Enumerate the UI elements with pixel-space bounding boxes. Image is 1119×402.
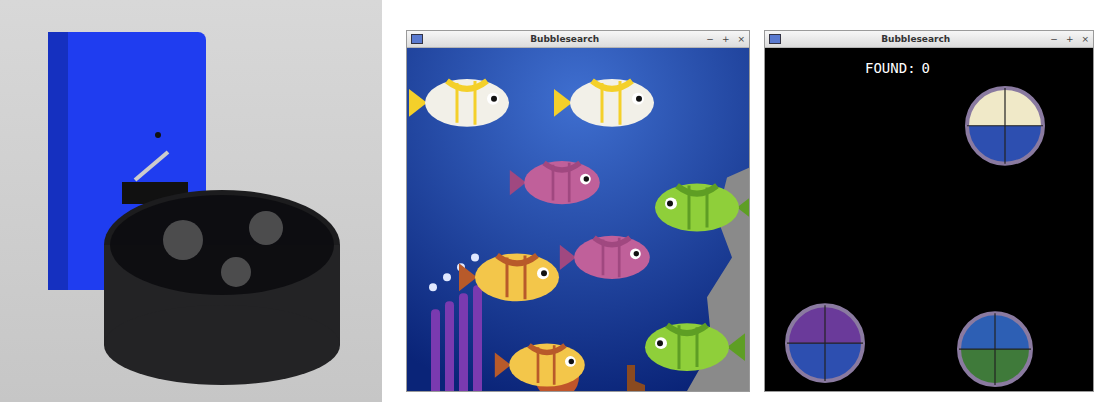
device-render (0, 0, 382, 402)
lenses-icon (765, 48, 1093, 391)
game-canvas[interactable] (407, 48, 749, 391)
window-control[interactable]: × (737, 32, 745, 46)
fish-icon (510, 161, 600, 204)
window-control[interactable]: + (1066, 32, 1074, 46)
fish-icon (655, 184, 749, 232)
found-count: 0 (922, 60, 930, 76)
app-icon (769, 34, 781, 44)
fish-icon (645, 323, 745, 371)
fish-icon (554, 79, 654, 127)
window-control[interactable]: + (722, 32, 730, 46)
app-window[interactable]: Bubblesearch−+ × FOUND: 0 (764, 30, 1094, 392)
fish-icon (409, 79, 509, 127)
window-control[interactable]: − (706, 32, 714, 46)
underwater-scene-icon (407, 48, 749, 391)
game-canvas[interactable]: FOUND: 0 (765, 48, 1093, 391)
title-bar[interactable]: Bubblesearch−+ × (407, 31, 749, 48)
page: Bubblesearch−+×Bubblesearch−+×FOUND:0 (0, 0, 1119, 402)
app-icon (411, 34, 423, 44)
window-controls: −+ × (706, 32, 745, 46)
fish-icon (459, 253, 559, 301)
bubble-lens-icon (967, 88, 1043, 164)
bubble-lens-icon (787, 305, 863, 381)
app-window[interactable]: Bubblesearch−+ × (406, 30, 750, 392)
window-control[interactable]: × (1081, 32, 1089, 46)
window-control[interactable]: − (1050, 32, 1058, 46)
found-label: FOUND: (865, 60, 916, 76)
window-title: Bubblesearch (423, 34, 706, 44)
fish-icon (495, 344, 585, 387)
bubble-lens-icon (959, 313, 1031, 385)
desktop: Bubblesearch−+×Bubblesearch−+×FOUND:0 (393, 0, 1119, 402)
window-title: Bubblesearch (781, 34, 1050, 44)
found-counter: FOUND: 0 (865, 60, 930, 76)
window-controls: −+ × (1050, 32, 1089, 46)
device-icon (0, 0, 382, 402)
fish-icon (560, 236, 650, 279)
title-bar[interactable]: Bubblesearch−+ × (765, 31, 1093, 48)
